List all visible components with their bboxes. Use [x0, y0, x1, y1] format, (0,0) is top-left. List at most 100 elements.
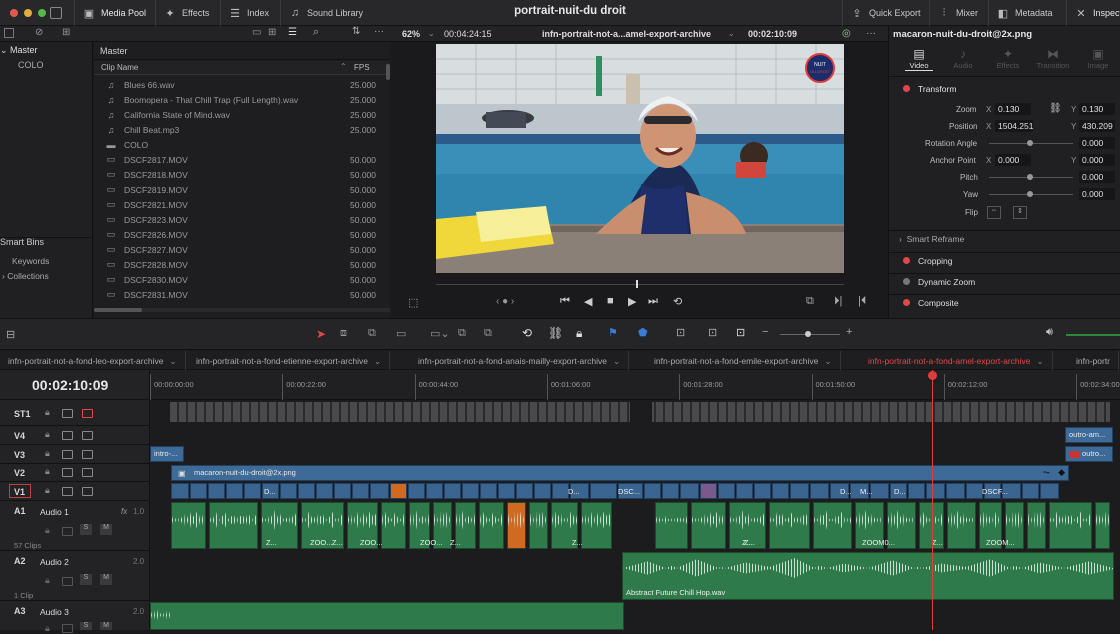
yaw-field[interactable]: 0.000	[1079, 188, 1115, 200]
clip-row[interactable]: ♫ California State of Mind.wav 25.000	[94, 107, 384, 122]
pitch-slider-handle[interactable]	[1027, 174, 1033, 180]
lock-icon[interactable]: 🔒︎	[45, 485, 50, 496]
lock-icon[interactable]: 🔒︎	[45, 525, 50, 536]
clip-v1[interactable]	[946, 483, 965, 499]
clip-v1[interactable]	[190, 483, 207, 499]
timeline-tab[interactable]: infn-portrait-not-a-fond-etienne-export-…	[188, 351, 391, 370]
clip-v1[interactable]	[370, 483, 389, 499]
more-options-icon[interactable]: ···	[374, 26, 384, 37]
mixer-button[interactable]: ⫶ Mixer	[929, 0, 986, 26]
clip-row[interactable]: ▭ DSCF2817.MOV 50.000	[94, 152, 384, 167]
viewer-scrubber[interactable]	[436, 284, 844, 285]
video-frame[interactable]: NUIT DU DROIT	[436, 44, 844, 273]
scrubber-handle[interactable]	[636, 280, 638, 288]
composite-section[interactable]: Composite	[889, 294, 1120, 310]
clip-v1[interactable]	[680, 483, 699, 499]
jog-icon[interactable]: ‹ ● ›	[496, 296, 514, 307]
clip-row[interactable]: ♫ Blues 66.wav 25.000	[94, 77, 384, 92]
lock-icon[interactable]: 🔒︎	[45, 623, 50, 634]
timeline-ruler[interactable]: 00:00:00:00 00:00:22:00 00:00:44:00 00:01:0…	[150, 370, 1120, 400]
smart-bin-keywords[interactable]: Keywords	[12, 256, 49, 266]
clip-v1[interactable]	[772, 483, 789, 499]
list-view-icon[interactable]: ▭	[252, 27, 261, 38]
viewer-zoom[interactable]: 62%	[402, 29, 420, 39]
timeline-tab[interactable]: infn-portrait-not-a-fond-anais-mailly-ex…	[410, 351, 630, 370]
clip-a2-music[interactable]: Abstract Future Chill Hop.wav	[622, 552, 1114, 600]
track-enable-icon[interactable]	[82, 468, 93, 477]
crop-icon[interactable]: ⬚	[408, 296, 418, 309]
tab-effects[interactable]: ✦ Effects	[993, 47, 1023, 70]
clip-v1[interactable]	[298, 483, 315, 499]
track-enable-icon[interactable]	[82, 431, 93, 440]
selection-tool-icon[interactable]: ➤	[316, 327, 326, 341]
lock-icon[interactable]: 🔒︎	[576, 326, 582, 341]
clip-v1[interactable]	[736, 483, 753, 499]
position-x-field[interactable]: 1504.251	[995, 120, 1033, 132]
zoom-in-icon[interactable]: +	[846, 326, 852, 338]
clip-v1[interactable]	[316, 483, 333, 499]
clip-v2-macaron[interactable]: ▣ macaron-nuit-du-droit@2x.png ⏦ ◆	[171, 465, 1069, 481]
lock-icon[interactable]: 🔒︎	[45, 429, 50, 440]
transform-section[interactable]: Transform	[889, 81, 1120, 97]
timeline-area[interactable]: 00:00:00:00 00:00:22:00 00:00:44:00 00:01:0…	[150, 370, 1120, 630]
solo-button[interactable]: S	[80, 574, 92, 585]
mute-button[interactable]: M	[100, 574, 112, 585]
track-a3-name[interactable]: Audio 3	[40, 607, 69, 617]
auto-select-icon[interactable]	[62, 624, 73, 633]
auto-select-icon[interactable]	[62, 431, 73, 440]
clip-a1[interactable]	[1049, 502, 1092, 549]
zoom-y-field[interactable]: 0.130	[1079, 103, 1115, 115]
clip-v1[interactable]	[390, 483, 407, 499]
prev-edit-icon[interactable]: |⏴	[858, 295, 866, 308]
keyframe-curve-icon[interactable]: ⏦	[1043, 467, 1050, 478]
snapping-icon[interactable]: ⟲	[522, 326, 532, 340]
clip-row[interactable]: ▭ DSCF2821.MOV 50.000	[94, 197, 384, 212]
inspector-button[interactable]: ✕ Inspect	[1066, 0, 1120, 26]
clip-v1[interactable]	[171, 483, 189, 499]
match-frame-icon[interactable]: ⧉	[806, 295, 814, 308]
solo-button[interactable]: S	[80, 524, 92, 535]
sort-asc-icon[interactable]: ⌃	[340, 62, 347, 71]
lock-icon[interactable]: 🔒︎	[45, 575, 50, 586]
clip-a1[interactable]	[769, 502, 810, 549]
rotation-field[interactable]: 0.000	[1079, 137, 1115, 149]
timeline-tab[interactable]: infn-portr	[1068, 351, 1120, 370]
clip-v1[interactable]	[552, 483, 569, 499]
clip-v4-outro[interactable]: outro-am...	[1065, 427, 1113, 443]
dynamic-trim-icon[interactable]: ⧉	[368, 327, 376, 340]
clip-row[interactable]: ▭ DSCF2826.MOV 50.000	[94, 227, 384, 242]
play-reverse-icon[interactable]: ◀	[584, 295, 592, 308]
color-wheel-icon[interactable]: ◎	[842, 28, 851, 39]
overwrite-icon[interactable]: ▭⌄	[430, 327, 450, 340]
clip-v1[interactable]	[1040, 483, 1059, 499]
anchor-x-field[interactable]: 0.000	[995, 154, 1031, 166]
quick-export-button[interactable]: ⇪ Quick Export	[842, 0, 929, 26]
sound-library-button[interactable]: ♫ Sound Library	[280, 0, 371, 26]
clip-v1[interactable]	[700, 483, 717, 499]
next-edit-icon[interactable]: ⏵|	[834, 295, 842, 308]
chevron-down-icon[interactable]: ⌄	[728, 29, 735, 38]
sidebar-toggle-icon[interactable]	[4, 28, 14, 38]
clip-v3-outro[interactable]: outro...	[1065, 446, 1113, 462]
mute-button[interactable]: M	[100, 622, 112, 630]
clip-a3[interactable]	[150, 602, 624, 630]
flip-vertical-icon[interactable]: ⇕	[1013, 206, 1027, 219]
timeline-view-icon[interactable]: ⊟	[6, 328, 15, 341]
go-to-start-icon[interactable]: ⏮	[560, 295, 570, 308]
clip-v1[interactable]	[226, 483, 243, 499]
dynamic-zoom-section[interactable]: Dynamic Zoom	[889, 273, 1120, 289]
auto-select-icon[interactable]	[62, 487, 73, 496]
track-a2-name[interactable]: Audio 2	[40, 557, 69, 567]
zoom-custom-icon[interactable]: ⊡	[736, 326, 745, 339]
clip-a1[interactable]	[209, 502, 258, 549]
clip-a1[interactable]	[1095, 502, 1110, 549]
new-bin-icon[interactable]: ⊞	[62, 27, 70, 38]
zoom-full-icon[interactable]: ⊡	[676, 326, 685, 339]
zoom-detail-icon[interactable]: ⊡	[708, 326, 717, 339]
clip-row[interactable]: ▭ DSCF2823.MOV 50.000	[94, 212, 384, 227]
sort-icon[interactable]: ⇅	[352, 26, 360, 37]
clip-row[interactable]: ▭ DSCF2831.MOV 50.000	[94, 287, 384, 302]
flag-icon[interactable]: ⚑	[608, 326, 618, 339]
auto-select-icon[interactable]	[62, 527, 73, 536]
clip-v3-intro[interactable]: intro-...	[150, 446, 184, 462]
